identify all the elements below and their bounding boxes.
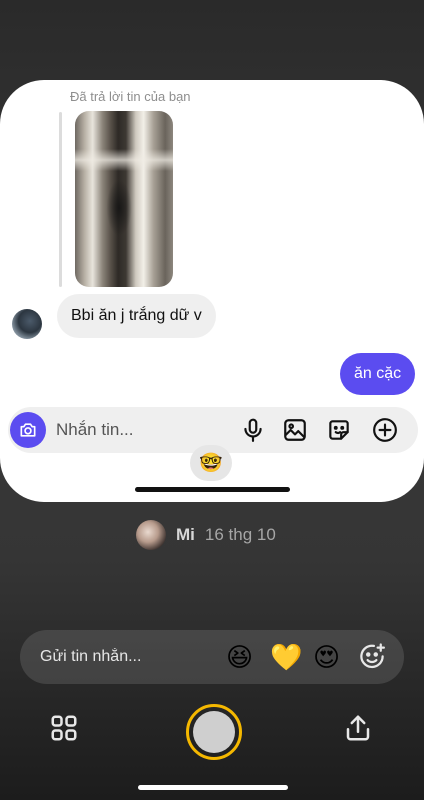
reaction-heart[interactable]: 💛	[270, 642, 302, 672]
sender-avatar[interactable]	[12, 309, 42, 339]
reaction-heart-eyes[interactable]: 😍	[313, 642, 340, 672]
image-icon[interactable]	[282, 417, 308, 443]
send-message-bar: 😆 💛 😍	[20, 630, 404, 684]
reaction-laugh[interactable]: 😆	[226, 642, 253, 672]
story-meta: Mi 16 thg 10	[136, 520, 276, 550]
home-indicator	[138, 785, 288, 790]
camera-icon	[20, 423, 36, 437]
reply-hint: Đã trả lời tin của bạn	[70, 89, 191, 104]
dm-thread-card: Đã trả lời tin của bạn Bbi ăn j trắng dữ…	[0, 80, 424, 502]
replied-story-thumbnail[interactable]	[75, 111, 173, 287]
camera-shutter-button[interactable]	[186, 704, 242, 760]
plus-circle-icon[interactable]	[372, 417, 398, 443]
add-reaction-icon[interactable]	[357, 642, 387, 672]
story-date: 16 thg 10	[204, 525, 276, 544]
outgoing-message[interactable]: ăn cặc	[340, 353, 416, 395]
story-author-avatar[interactable]	[136, 520, 166, 550]
message-input[interactable]	[56, 418, 226, 442]
incoming-message[interactable]: Bbi ăn j trắng dữ v	[57, 294, 216, 338]
send-message-input[interactable]	[40, 646, 210, 668]
story-author-name[interactable]: Mi	[176, 525, 195, 545]
reply-quote-bar	[59, 112, 62, 287]
card-home-indicator	[135, 487, 290, 492]
grid-icon[interactable]	[49, 713, 79, 743]
share-icon[interactable]	[343, 712, 373, 744]
microphone-icon[interactable]	[240, 417, 266, 443]
sticker-icon[interactable]	[326, 417, 352, 443]
camera-button[interactable]	[10, 412, 46, 448]
reaction-peek[interactable]: 🤓	[190, 445, 232, 481]
